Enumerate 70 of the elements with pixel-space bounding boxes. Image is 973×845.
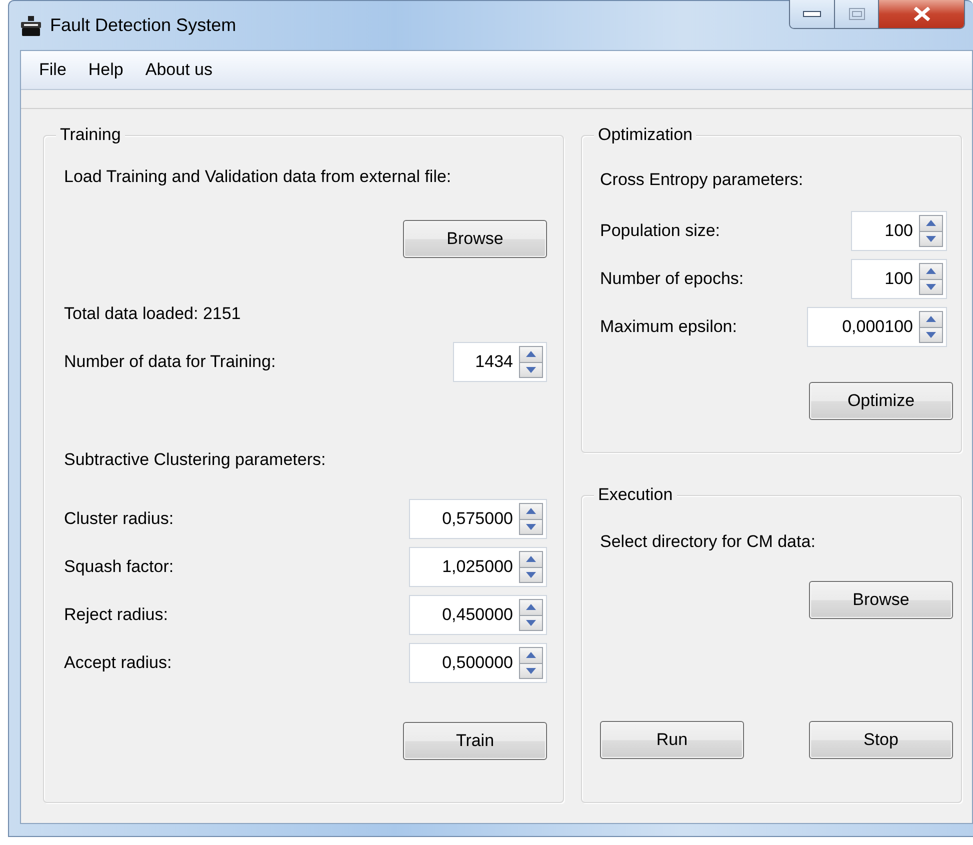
spin-box[interactable]: 1,025000 <box>409 547 547 587</box>
up-arrow-icon <box>926 268 936 274</box>
spin-down-button[interactable] <box>520 614 542 630</box>
up-arrow-icon <box>926 220 936 226</box>
down-arrow-icon <box>526 524 536 530</box>
spin-down-button[interactable] <box>920 326 942 342</box>
optimize-button[interactable]: Optimize <box>809 382 953 420</box>
maximize-button[interactable] <box>834 0 878 28</box>
spin-up-button[interactable] <box>920 264 942 278</box>
spin-down-button[interactable] <box>520 362 542 377</box>
minimize-button[interactable] <box>790 0 834 28</box>
field-label: Squash factor: <box>64 557 175 577</box>
machine-icon <box>20 14 42 36</box>
spin-up-button[interactable] <box>920 312 942 326</box>
up-arrow-icon <box>526 556 536 562</box>
spin-up-button[interactable] <box>520 600 542 614</box>
up-arrow-icon <box>526 351 536 358</box>
instruction-text: Load Training and Validation data from external file: <box>64 167 452 187</box>
run-button[interactable]: Run <box>600 721 744 759</box>
menu-item[interactable]: Help <box>78 60 134 80</box>
down-arrow-icon <box>926 332 936 338</box>
down-arrow-icon <box>526 572 536 578</box>
spin-up-button[interactable] <box>520 504 542 518</box>
section-heading: Subtractive Clustering parameters: <box>64 450 327 470</box>
down-arrow-icon <box>526 668 536 674</box>
field-label: Maximum epsilon: <box>600 317 738 337</box>
section-heading: Cross Entropy parameters: <box>600 170 804 190</box>
instruction-text: Select directory for CM data: <box>600 532 816 552</box>
up-arrow-icon <box>526 652 536 658</box>
close-button[interactable] <box>878 0 964 28</box>
spin-down-button[interactable] <box>920 278 942 294</box>
down-arrow-icon <box>526 620 536 626</box>
spin-box[interactable]: 0,450000 <box>409 595 547 635</box>
window-title: Fault Detection System <box>50 15 236 36</box>
menu-item[interactable]: About us <box>135 60 222 80</box>
spin-up-button[interactable] <box>520 648 542 662</box>
spin-box[interactable]: 1434 <box>453 342 547 382</box>
spin-up-button[interactable] <box>920 216 942 230</box>
spin-box[interactable]: 0,000100 <box>807 307 947 347</box>
down-arrow-icon <box>926 236 936 242</box>
field-label: Population size: <box>600 221 722 241</box>
down-arrow-icon <box>526 366 536 373</box>
stop-button[interactable]: Stop <box>809 721 953 759</box>
menu-item[interactable]: File <box>29 60 76 80</box>
spin-box[interactable]: 100 <box>851 259 947 299</box>
train-button[interactable]: Train <box>403 722 547 760</box>
field-label: Accept radius: <box>64 653 173 673</box>
close-icon <box>912 7 930 21</box>
down-arrow-icon <box>926 284 936 290</box>
field-label: Number of data for Training: <box>64 352 277 372</box>
spin-down-button[interactable] <box>520 662 542 678</box>
up-arrow-icon <box>926 316 936 322</box>
data-count-text: Total data loaded: 2151 <box>64 304 242 324</box>
spin-down-button[interactable] <box>520 518 542 534</box>
up-arrow-icon <box>526 604 536 610</box>
spin-down-button[interactable] <box>520 566 542 582</box>
spin-down-button[interactable] <box>920 230 942 246</box>
browse-button[interactable]: Browse <box>403 220 547 258</box>
field-label: Number of epochs: <box>600 269 745 289</box>
field-label: Reject radius: <box>64 605 169 625</box>
field-label: Cluster radius: <box>64 509 175 529</box>
browse-button[interactable]: Browse <box>809 581 953 619</box>
spin-up-button[interactable] <box>520 347 542 362</box>
maximize-icon <box>848 8 864 20</box>
spin-up-button[interactable] <box>520 552 542 566</box>
spin-box[interactable]: 0,575000 <box>409 499 547 539</box>
spin-box[interactable]: 0,500000 <box>409 643 547 683</box>
spin-box[interactable]: 100 <box>851 211 947 251</box>
minimize-icon <box>803 11 821 17</box>
up-arrow-icon <box>526 508 536 514</box>
